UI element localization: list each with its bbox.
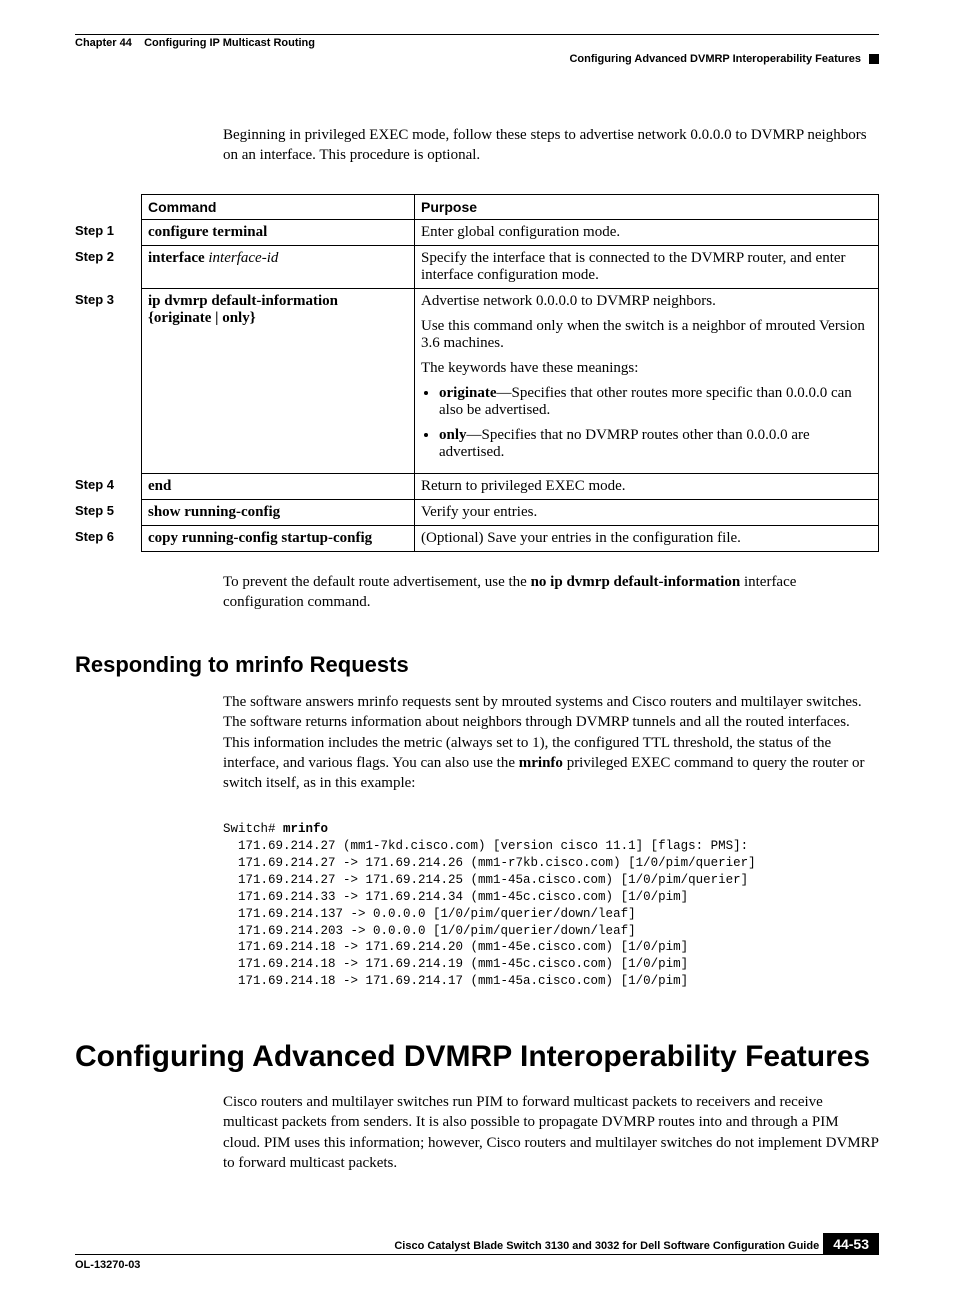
running-header-section: Configuring Advanced DVMRP Interoperabil… — [75, 53, 879, 65]
advanced-paragraph: Cisco routers and multilayer switches ru… — [223, 1092, 879, 1173]
table-row: Step 6copy running-config startup-config… — [75, 525, 879, 551]
table-row: Step 4endReturn to privileged EXEC mode. — [75, 473, 879, 499]
purpose-cell: (Optional) Save your entries in the conf… — [415, 525, 879, 551]
purpose-cell: Return to privileged EXEC mode. — [415, 473, 879, 499]
table-row: Step 3ip dvmrp default-information{origi… — [75, 288, 879, 473]
heading-mrinfo: Responding to mrinfo Requests — [75, 652, 879, 678]
mrinfo-paragraph: The software answers mrinfo requests sen… — [223, 692, 879, 793]
table-row: Step 5show running-configVerify your ent… — [75, 499, 879, 525]
purpose-cell: Verify your entries. — [415, 499, 879, 525]
footer-book-title: Cisco Catalyst Blade Switch 3130 and 303… — [150, 1240, 823, 1255]
purpose-cell: Enter global configuration mode. — [415, 219, 879, 245]
running-header: Chapter 44 Configuring IP Multicast Rout… — [75, 37, 879, 49]
section-name: Configuring Advanced DVMRP Interoperabil… — [569, 53, 861, 65]
command-cell: show running-config — [142, 499, 415, 525]
intro-paragraph: Beginning in privileged EXEC mode, follo… — [223, 125, 879, 166]
page-number: 44-53 — [823, 1233, 879, 1255]
code-block: Switch# mrinfo 171.69.214.27 (mm1-7kd.ci… — [223, 821, 879, 990]
purpose-cell: Advertise network 0.0.0.0 to DVMRP neigh… — [415, 288, 879, 473]
steps-table: Command Purpose Step 1configure terminal… — [75, 194, 879, 552]
after-table-note: To prevent the default route advertiseme… — [223, 572, 879, 613]
table-row: Step 2interface interface-idSpecify the … — [75, 245, 879, 288]
table-row: Step 1configure terminalEnter global con… — [75, 219, 879, 245]
purpose-cell: Specify the interface that is connected … — [415, 245, 879, 288]
col-command: Command — [142, 194, 415, 219]
step-label: Step 3 — [75, 288, 142, 473]
page-footer: Cisco Catalyst Blade Switch 3130 and 303… — [75, 1233, 879, 1271]
step-label: Step 1 — [75, 219, 142, 245]
command-cell: end — [142, 473, 415, 499]
chapter-number: Chapter 44 — [75, 37, 132, 49]
step-label: Step 5 — [75, 499, 142, 525]
step-label: Step 4 — [75, 473, 142, 499]
command-cell: copy running-config startup-config — [142, 525, 415, 551]
command-cell: configure terminal — [142, 219, 415, 245]
footer-doc-id: OL-13270-03 — [75, 1255, 879, 1271]
step-label: Step 2 — [75, 245, 142, 288]
command-cell: ip dvmrp default-information{originate |… — [142, 288, 415, 473]
col-purpose: Purpose — [415, 194, 879, 219]
command-cell: interface interface-id — [142, 245, 415, 288]
header-marker-icon — [869, 54, 879, 64]
step-label: Step 6 — [75, 525, 142, 551]
chapter-title: Configuring IP Multicast Routing — [144, 37, 315, 49]
heading-advanced: Configuring Advanced DVMRP Interoperabil… — [75, 1040, 879, 1074]
